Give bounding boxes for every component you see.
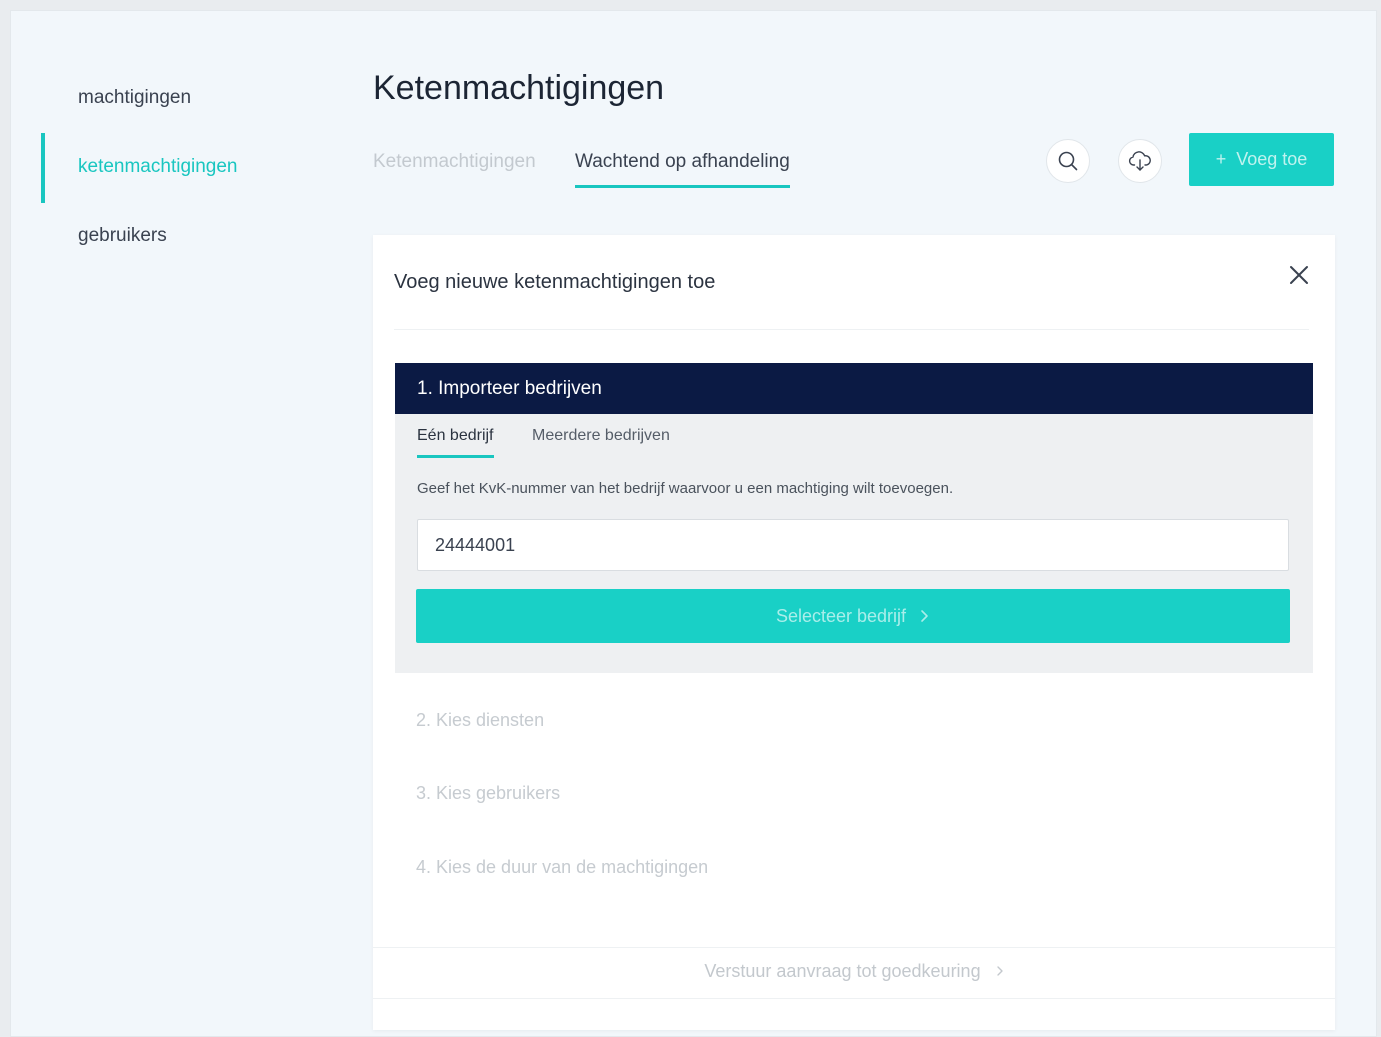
step-1-body: Eén bedrijf Meerdere bedrijven Geef het … <box>395 414 1313 673</box>
sidebar-item-gebruikers[interactable]: gebruikers <box>78 225 167 247</box>
panel-divider <box>394 329 1309 330</box>
add-button[interactable]: + Voeg toe <box>1189 133 1334 186</box>
tab-een-bedrijf[interactable]: Eén bedrijf <box>417 427 494 458</box>
sidebar: machtigingen ketenmachtigingen gebruiker… <box>11 11 351 1036</box>
close-icon[interactable] <box>1288 264 1310 286</box>
footer-divider-bottom <box>373 998 1335 999</box>
submit-request-label: Verstuur aanvraag tot goedkeuring <box>704 961 981 981</box>
step-2-kies-diensten[interactable]: 2. Kies diensten <box>416 710 544 731</box>
submit-request-link[interactable]: Verstuur aanvraag tot goedkeuring <box>373 961 1335 982</box>
step-1-header[interactable]: 1. Importeer bedrijven <box>395 363 1313 414</box>
tab-wachtend-op-afhandeling[interactable]: Wachtend op afhandeling <box>575 151 790 188</box>
sidebar-item-machtigingen[interactable]: machtigingen <box>78 87 191 109</box>
sidebar-active-indicator <box>41 133 45 203</box>
chevron-right-icon <box>921 610 928 622</box>
select-company-button[interactable]: Selecteer bedrijf <box>416 589 1290 643</box>
step-4-kies-duur[interactable]: 4. Kies de duur van de machtigingen <box>416 857 708 878</box>
kvk-number-input[interactable] <box>417 519 1289 571</box>
chevron-right-icon <box>996 966 1003 976</box>
sidebar-item-ketenmachtigingen[interactable]: ketenmachtigingen <box>78 156 238 178</box>
page-title: Ketenmachtigingen <box>373 69 665 107</box>
add-chain-authorization-panel: Voeg nieuwe ketenmachtigingen toe 1. Imp… <box>373 235 1335 1030</box>
cloud-download-icon <box>1128 151 1151 171</box>
add-button-label: Voeg toe <box>1236 149 1308 169</box>
step-3-kies-gebruikers[interactable]: 3. Kies gebruikers <box>416 783 560 804</box>
footer-divider <box>373 947 1335 948</box>
search-icon <box>1058 151 1078 171</box>
plus-icon: + <box>1215 149 1227 169</box>
tab-meerdere-bedrijven[interactable]: Meerdere bedrijven <box>532 427 670 455</box>
app-frame: machtigingen ketenmachtigingen gebruiker… <box>10 10 1377 1037</box>
step-1-title: 1. Importeer bedrijven <box>417 377 602 399</box>
download-button[interactable] <box>1118 139 1162 183</box>
tab-ketenmachtigingen[interactable]: Ketenmachtigingen <box>373 151 536 185</box>
panel-title: Voeg nieuwe ketenmachtigingen toe <box>394 271 716 293</box>
select-company-label: Selecteer bedrijf <box>775 605 907 626</box>
search-button[interactable] <box>1046 139 1090 183</box>
kvk-instructions: Geef het KvK-nummer van het bedrijf waar… <box>417 480 954 497</box>
